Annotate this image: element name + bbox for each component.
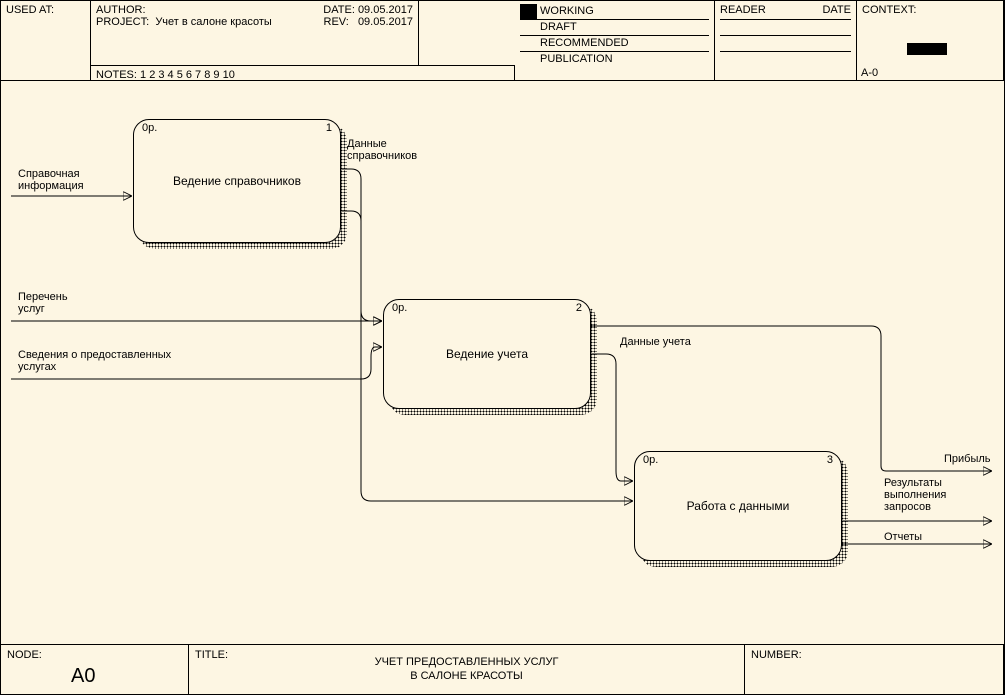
flow-label-d1: Данные справочников (347, 138, 417, 162)
status-publication-label: PUBLICATION (540, 53, 613, 65)
date-label: DATE: (323, 4, 355, 16)
notes-cell: NOTES: 1 2 3 4 5 6 7 8 9 10 (91, 65, 515, 81)
box-num: 2 (576, 302, 582, 314)
context-node: A-0 (861, 67, 878, 79)
node-value: A0 (71, 665, 95, 688)
status-draft: DRAFT (520, 20, 709, 36)
rev-value: 09.05.2017 (358, 16, 413, 28)
footer-node-cell: NODE: A0 (1, 645, 189, 694)
node-label: NODE: (7, 649, 42, 661)
footer-number-cell: NUMBER: (745, 645, 1004, 694)
reader-date-label: DATE (822, 4, 851, 19)
flow-label-in2: Перечень услуг (18, 291, 68, 315)
notes-label: NOTES: (96, 69, 137, 81)
idef0-diagram: USED AT: AUTHOR: DATE: 09.05.2017 PROJEC… (0, 0, 1005, 695)
date-value: 09.05.2017 (358, 4, 413, 16)
box-label: Ведение справочников (134, 174, 340, 188)
reader-cell: READER DATE (715, 1, 857, 81)
activity-box-1: 0р. 1 Ведение справочников (133, 119, 341, 243)
box-label: Работа с данными (635, 499, 841, 513)
footer: NODE: A0 TITLE: УЧЕТ ПРЕДОСТАВЛЕННЫХ УСЛ… (1, 644, 1004, 694)
status-publication: PUBLICATION (520, 52, 709, 68)
activity-box-2: 0р. 2 Ведение учета (383, 299, 591, 409)
context-label: CONTEXT: (862, 4, 916, 16)
box-tag: 0р. (142, 122, 157, 134)
box-tag: 0р. (392, 302, 407, 314)
flow-label-out3: Отчеты (884, 531, 922, 543)
flow-label-d2: Данные учета (620, 336, 691, 348)
project-label: PROJECT: (96, 16, 149, 28)
box-tag: 0р. (643, 454, 658, 466)
diagram-canvas: 0р. 1 Ведение справочников 0р. 2 Ведение… (1, 81, 1004, 646)
status-recommended-label: RECOMMENDED (540, 37, 629, 49)
title-value: УЧЕТ ПРЕДОСТАВЛЕННЫХ УСЛУГ В САЛОНЕ КРАС… (189, 655, 744, 683)
status-column: WORKING DRAFT RECOMMENDED PUBLICATION (515, 1, 715, 81)
number-label: NUMBER: (751, 649, 802, 661)
box-label: Ведение учета (384, 347, 590, 361)
flow-label-out2: Результаты выполнения запросов (884, 477, 946, 513)
author-label: AUTHOR: (96, 4, 146, 16)
rev-label: REV: (324, 16, 349, 28)
author-project-cell: AUTHOR: DATE: 09.05.2017 PROJECT: Учет в… (91, 1, 419, 65)
project-value: Учет в салоне красоты (155, 16, 271, 28)
status-draft-label: DRAFT (540, 21, 577, 33)
flow-label-out1: Прибыль (944, 453, 991, 465)
used-at-label: USED AT: (6, 4, 54, 16)
status-marker-icon (520, 4, 537, 19)
status-working: WORKING (520, 4, 709, 20)
used-at-cell: USED AT: (1, 1, 91, 81)
notes-value: 1 2 3 4 5 6 7 8 9 10 (140, 69, 235, 81)
footer-title-cell: TITLE: УЧЕТ ПРЕДОСТАВЛЕННЫХ УСЛУГ В САЛО… (189, 645, 745, 694)
activity-box-3: 0р. 3 Работа с данными (634, 451, 842, 561)
flow-label-in3: Сведения о предоставленных услугах (18, 349, 171, 373)
flow-label-in1: Справочная информация (18, 168, 84, 192)
status-working-label: WORKING (540, 5, 594, 17)
status-recommended: RECOMMENDED (520, 36, 709, 52)
box-num: 3 (827, 454, 833, 466)
context-box-icon (907, 43, 947, 55)
context-cell: CONTEXT: A-0 (857, 1, 1004, 81)
reader-label: READER (720, 4, 766, 19)
box-num: 1 (326, 122, 332, 134)
header: USED AT: AUTHOR: DATE: 09.05.2017 PROJEC… (1, 1, 1004, 81)
